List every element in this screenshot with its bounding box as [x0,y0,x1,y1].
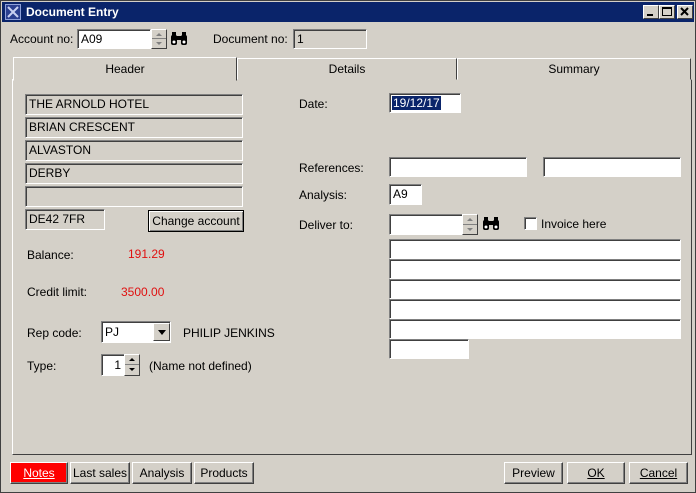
document-number-field: 1 [293,29,367,49]
type-description: (Name not defined) [149,359,252,373]
reference-input-2[interactable] [543,157,681,177]
credit-limit-label: Credit limit: [27,285,88,299]
references-label: References: [299,161,364,175]
address-line-3: ALVASTON [25,140,243,161]
close-button[interactable] [677,5,693,19]
document-label: Document no: [213,32,288,46]
minimize-button[interactable] [643,5,659,19]
minimize-icon [647,14,653,16]
spin-down-icon[interactable] [463,225,477,235]
preview-button[interactable]: Preview [504,462,563,484]
invoice-here-checkbox[interactable] [524,217,537,230]
deliver-address-line-3[interactable] [389,279,681,299]
type-spinner[interactable] [124,354,140,376]
app-icon [5,4,21,20]
credit-limit-value: 3500.00 [121,285,165,299]
analysis-label: Analysis: [299,188,348,202]
account-spinner[interactable] [151,29,167,49]
analysis-input[interactable]: A9 [389,184,422,205]
invoice-here-label: Invoice here [541,217,607,231]
postcode-field: DE42 7FR [25,209,105,230]
spin-down-icon[interactable] [125,365,139,375]
spin-up-icon[interactable] [463,215,477,225]
title-bar[interactable]: Document Entry [2,2,694,22]
deliver-address-line-5[interactable] [389,319,681,339]
close-icon [680,7,689,16]
address-line-5 [25,186,243,207]
rep-name: PHILIP JENKINS [183,326,275,340]
binoculars-icon[interactable] [169,30,189,48]
deliver-address-line-2[interactable] [389,259,681,279]
spin-up-icon[interactable] [152,30,166,39]
maximize-icon [662,7,672,16]
window-title: Document Entry [26,5,119,19]
deliver-to-label: Deliver to: [299,218,354,232]
balance-label: Balance: [27,248,74,262]
binoculars-icon[interactable] [481,215,501,233]
type-label: Type: [27,359,57,373]
balance-value: 191.29 [128,247,165,261]
rep-code-dropdown-button[interactable] [153,323,170,341]
cancel-button[interactable]: Cancel [629,462,688,484]
ok-button[interactable]: OK [567,462,625,484]
spin-down-icon[interactable] [152,39,166,48]
document-entry-window: Document Entry Account no: A09 Document … [0,0,696,493]
notes-button[interactable]: Notes [10,462,68,484]
tab-header[interactable]: Header [13,57,237,81]
reference-input-1[interactable] [389,157,527,177]
deliver-address-line-1[interactable] [389,239,681,259]
rep-code-label: Rep code: [27,326,82,340]
maximize-button[interactable] [659,5,675,19]
analysis-button[interactable]: Analysis [132,462,192,484]
chevron-down-icon [158,330,166,335]
account-input[interactable]: A09 [77,29,151,49]
deliver-address-line-4[interactable] [389,299,681,319]
account-label: Account no: [10,32,74,46]
deliver-to-spinner[interactable] [462,214,478,235]
last-sales-button[interactable]: Last sales [70,462,130,484]
deliver-postcode[interactable] [389,339,469,359]
address-line-2: BRIAN CRESCENT [25,117,243,138]
date-input[interactable]: 19/12/17 [389,93,461,113]
change-account-button[interactable]: Change account [148,210,244,232]
tab-summary[interactable]: Summary [457,58,691,80]
spin-up-icon[interactable] [125,355,139,365]
type-input[interactable]: 1 [101,354,125,376]
deliver-to-input[interactable] [389,214,463,235]
tab-details[interactable]: Details [237,58,457,80]
address-line-4: DERBY [25,163,243,184]
date-value: 19/12/17 [392,96,441,110]
address-line-1: THE ARNOLD HOTEL [25,94,243,115]
date-label: Date: [299,97,328,111]
products-button[interactable]: Products [194,462,254,484]
